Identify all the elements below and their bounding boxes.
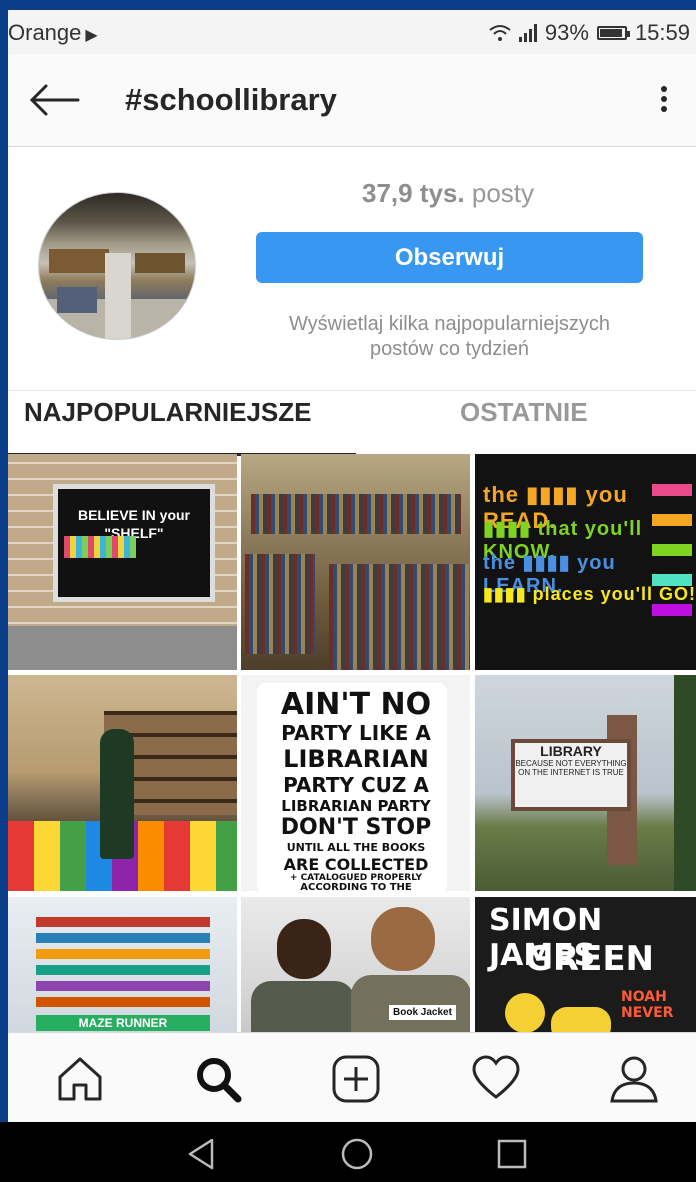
profile-icon[interactable] (606, 1051, 662, 1107)
mug-line-5: LIBRARIAN PARTY (281, 797, 431, 815)
stair-step (36, 949, 210, 959)
home-icon[interactable] (52, 1051, 108, 1107)
tree (674, 675, 696, 891)
post-thumbnail-7[interactable]: MAZE RUNNER (8, 897, 237, 1050)
sign-title: LIBRARY (540, 743, 602, 759)
follow-button[interactable]: Obserwuj (256, 232, 643, 283)
status-right: 93% 15:59 (489, 20, 690, 46)
carrier-label: Orange (8, 20, 82, 45)
mug-line-1: AIN'T NO (280, 687, 432, 722)
home-circle-icon[interactable] (337, 1134, 377, 1174)
bottom-nav (8, 1032, 696, 1122)
board-line-4: ▮▮▮▮ places you'll GO! (483, 584, 696, 604)
signal-icon (518, 24, 537, 42)
data-saver-icon: ▶ (85, 27, 98, 44)
stair-step (36, 965, 210, 975)
sign-text: BECAUSE NOT EVERYTHING ON THE INTERNET I… (515, 759, 627, 777)
board-text-1: BELIEVE IN your (77, 507, 191, 523)
mug-line-3: LIBRARIAN (283, 745, 429, 773)
tag-strip (652, 574, 692, 586)
app-screen: Orange ▶ 93% 15:59 #schoollibrary 37,9 ty… (8, 10, 696, 1122)
battery-percent: 93% (544, 20, 589, 45)
battery-icon (596, 26, 630, 40)
stair-step (36, 981, 210, 991)
posts-count: 37,9 tys. posty (268, 178, 628, 209)
bookshelf (251, 494, 461, 534)
hint-line-2: postów co tydzień (370, 338, 529, 360)
clock: 15:59 (634, 20, 690, 45)
posts-label: posty (471, 178, 535, 208)
heart-icon[interactable] (468, 1051, 524, 1107)
tag-strip (652, 484, 692, 496)
post-grid: BELIEVE IN your "SHELF" the ▮▮▮▮ you REA… (8, 454, 696, 1050)
search-icon[interactable] (190, 1051, 246, 1107)
tag-strip (652, 514, 692, 526)
sticker (505, 993, 545, 1033)
tab-recent[interactable]: OSTATNIE (460, 397, 588, 428)
feed-tabs: NAJPOPULARNIEJSZE OSTATNIE (8, 390, 696, 457)
posts-number: 37,9 tys. (361, 178, 465, 208)
tag-strip (652, 604, 692, 616)
stair-step (36, 933, 210, 943)
follow-hint: Wyświetlaj kilka najpopularniejszych pos… (256, 312, 643, 362)
hashtag-header: #schoollibrary (8, 54, 696, 147)
board-books (64, 536, 136, 558)
tab-top-posts[interactable]: NAJPOPULARNIEJSZE (24, 397, 312, 428)
post-thumbnail-2[interactable] (241, 454, 470, 670)
post-thumbnail-4[interactable] (8, 675, 237, 891)
post-thumbnail-8[interactable]: Book Jacket (241, 897, 470, 1050)
system-nav-bar (0, 1122, 696, 1182)
battery-fill (599, 29, 623, 37)
mug-line-6: DON'T STOP (280, 815, 432, 840)
device-frame-top (0, 0, 696, 10)
student-head (277, 919, 331, 979)
hashtag-avatar (38, 192, 196, 340)
mug-line-4: PARTY CUZ A (283, 773, 429, 797)
post-thumbnail-1[interactable]: BELIEVE IN your "SHELF" (8, 454, 237, 670)
more-vertical-icon[interactable] (652, 82, 676, 118)
student-head (371, 907, 435, 971)
page-title: #schoollibrary (125, 82, 337, 117)
mug-line-8: ARE COLLECTED (283, 855, 429, 874)
stair-step (36, 997, 210, 1007)
add-post-icon[interactable] (328, 1051, 384, 1107)
book-author-last: GREEN (525, 939, 654, 979)
wifi-icon (489, 25, 511, 41)
book-jacket-label: Book Jacket (389, 1005, 456, 1020)
mug-line-10: ACCORDING TO THE (300, 882, 412, 891)
hint-line-1: Wyświetlaj kilka najpopularniejszych (288, 313, 611, 335)
status-bar: Orange ▶ 93% 15:59 (8, 10, 696, 54)
post-thumbnail-5[interactable]: AIN'T NO PARTY LIKE A LIBRARIAN PARTY CU… (241, 675, 470, 891)
mug-line-7: UNTIL ALL THE BOOKS (286, 841, 426, 854)
mug-line-2: PARTY LIKE A (281, 721, 431, 745)
book-title: NOAH NEVER (621, 989, 674, 1021)
post-thumbnail-9[interactable]: SIMON JAMES GREEN NOAH NEVER (475, 897, 696, 1050)
post-thumbnail-3[interactable]: the ▮▮▮▮ you READ. ▮▮▮▮ that you'll KNOW… (475, 454, 696, 670)
bookshelf (245, 554, 315, 654)
carrier: Orange ▶ (8, 20, 98, 46)
stair-step (36, 917, 210, 927)
recents-square-icon[interactable] (492, 1134, 532, 1174)
post-thumbnail-6[interactable]: LIBRARY BECAUSE NOT EVERYTHING ON THE IN… (475, 675, 696, 891)
tag-strip (652, 544, 692, 556)
stair-step-title: MAZE RUNNER (36, 1015, 210, 1031)
device-frame-left (0, 0, 8, 1182)
bookshelf (329, 564, 469, 670)
back-triangle-icon[interactable] (182, 1134, 222, 1174)
library-sign: LIBRARY BECAUSE NOT EVERYTHING ON THE IN… (511, 739, 631, 811)
librarian (100, 729, 134, 859)
floor (8, 626, 237, 670)
arrow-left-icon[interactable] (28, 82, 80, 118)
